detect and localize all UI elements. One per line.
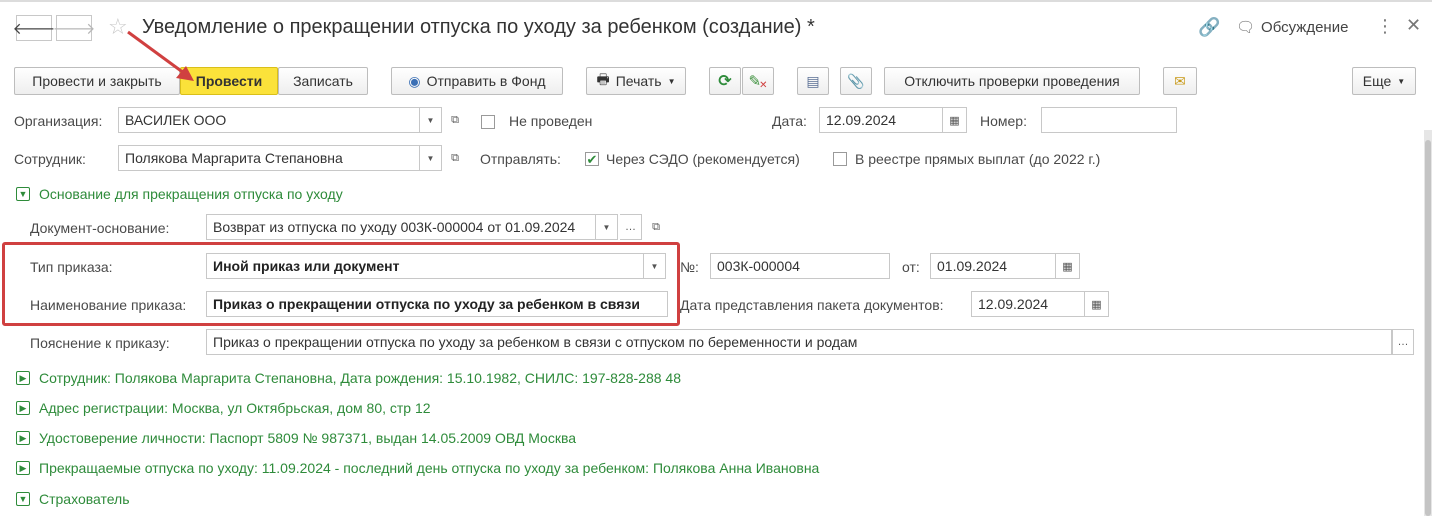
doc-basis-dropdown[interactable]: ▼ [596, 214, 618, 240]
refresh-button[interactable]: ⟳ [709, 67, 741, 95]
top-border [0, 0, 1432, 2]
package-date-label: Дата представления пакета документов: [680, 297, 944, 313]
date-calendar-button[interactable]: ▦ [943, 107, 967, 133]
ellipsis-icon: … [625, 221, 636, 233]
chevron-down-icon: ▼ [650, 261, 659, 271]
chevron-down-icon: ▼ [426, 115, 435, 125]
number-label: Номер: [980, 113, 1027, 129]
chevron-right-icon: ▶ [16, 371, 30, 385]
calendar-icon: ▦ [1091, 298, 1102, 311]
number-input[interactable] [1041, 107, 1177, 133]
organization-input[interactable]: ВАСИЛЕК ООО [118, 107, 420, 133]
employee-dropdown[interactable]: ▼ [420, 145, 442, 171]
posted-status: Не проведен [509, 113, 593, 129]
order-name-input[interactable]: Приказ о прекращении отпуска по уходу за… [206, 291, 668, 317]
chevron-down-icon: ▼ [426, 153, 435, 163]
chevron-right-icon: ▶ [16, 461, 30, 475]
group-leaves[interactable]: ▶ Прекращаемые отпуска по уходу: 11.09.2… [16, 460, 819, 476]
doc-basis-input[interactable]: Возврат из отпуска по уходу 003К-000004 … [206, 214, 596, 240]
annotation-arrow-icon [127, 30, 194, 81]
group-address[interactable]: ▶ Адрес регистрации: Москва, ул Октябрьс… [16, 400, 431, 416]
clear-posting-button[interactable]: ✎ ✕ [742, 67, 774, 95]
more-vertical-icon[interactable]: ⋮ [1376, 16, 1394, 37]
discussion-button[interactable]: 🗨 Обсуждение [1236, 18, 1348, 37]
send-to-fund-button[interactable]: ◉ Отправить в Фонд [391, 67, 563, 95]
package-date-calendar-button[interactable]: ▦ [1085, 291, 1109, 317]
envelope-icon: ✉ [1174, 72, 1186, 89]
order-number-label: №: [680, 259, 699, 275]
message-button[interactable]: ✉ [1163, 67, 1197, 95]
save-button[interactable]: Записать [278, 67, 368, 95]
back-button[interactable]: 🡐 [13, 15, 55, 41]
package-date-input[interactable]: 12.09.2024 [971, 291, 1085, 317]
attachment-button[interactable]: 📎 [840, 67, 872, 95]
explanation-input[interactable]: Приказ о прекращении отпуска по уходу за… [206, 329, 1392, 355]
date-input[interactable]: 12.09.2024 [819, 107, 943, 133]
open-icon: ⧉ [451, 151, 459, 164]
organization-dropdown[interactable]: ▼ [420, 107, 442, 133]
organization-open-button[interactable]: ⧉ [444, 107, 466, 133]
explanation-label: Пояснение к приказу: [30, 335, 170, 351]
send-sedo-checkbox[interactable]: ✔ [585, 152, 599, 166]
send-registry-checkbox[interactable] [833, 152, 847, 166]
document-icon: ▤ [806, 72, 820, 89]
order-date-label: от: [902, 259, 920, 275]
doc-basis-label: Документ-основание: [30, 220, 170, 236]
order-type-input[interactable]: Иной приказ или документ [206, 253, 644, 279]
calendar-icon: ▦ [1062, 260, 1073, 273]
chevron-right-icon: ▶ [16, 431, 30, 445]
order-type-label: Тип приказа: [30, 259, 113, 275]
arrow-left-icon: 🡐 [12, 20, 56, 38]
refresh-icon: ⟳ [718, 73, 732, 90]
organization-label: Организация: [14, 113, 103, 129]
group-employee-info[interactable]: ▶ Сотрудник: Полякова Маргарита Степанов… [16, 370, 681, 386]
order-name-label: Наименование приказа: [30, 297, 187, 313]
employee-open-button[interactable]: ⧉ [444, 145, 466, 171]
ellipsis-icon: … [1397, 336, 1409, 348]
chevron-down-icon: ▼ [602, 222, 611, 232]
close-icon[interactable]: ✕ [1406, 15, 1421, 36]
group-insurer[interactable]: ▼ Страхователь [16, 491, 130, 507]
print-button[interactable]: 🖶 Печать ▼ [586, 67, 686, 95]
employee-input[interactable]: Полякова Маргарита Степановна [118, 145, 420, 171]
link-icon[interactable]: 🔗 [1198, 17, 1220, 38]
disable-checks-button[interactable]: Отключить проверки проведения [884, 67, 1140, 95]
globe-icon: ◉ [408, 72, 421, 89]
page-title: Уведомление о прекращении отпуска по ухо… [142, 16, 815, 38]
date-label: Дата: [772, 113, 807, 129]
check-icon: ✔ [586, 151, 598, 167]
send-label: Отправлять: [480, 151, 561, 167]
arrow-right-icon: 🡒 [52, 20, 96, 38]
explanation-edit-button[interactable]: … [1392, 329, 1414, 355]
posted-checkbox [481, 115, 495, 129]
order-type-dropdown[interactable]: ▼ [644, 253, 666, 279]
doc-basis-select-button[interactable]: … [620, 214, 642, 240]
chat-icon: 🗨 [1236, 19, 1256, 36]
order-date-input[interactable]: 01.09.2024 [930, 253, 1056, 279]
dropdown-arrow-icon: ▼ [1397, 76, 1406, 86]
order-number-input[interactable]: 003К-000004 [710, 253, 890, 279]
employee-label: Сотрудник: [14, 151, 86, 167]
send-sedo-label: Через СЭДО (рекомендуется) [606, 151, 800, 167]
printer-icon: 🖶 [596, 71, 610, 87]
report-button[interactable]: ▤ [797, 67, 829, 95]
chevron-down-icon: ▼ [16, 492, 30, 506]
basis-group-toggle[interactable]: ▼ Основание для прекращения отпуска по у… [16, 186, 343, 202]
chevron-right-icon: ▶ [16, 401, 30, 415]
chevron-down-icon: ▼ [16, 187, 30, 201]
paperclip-icon: 📎 [847, 72, 865, 89]
group-identity[interactable]: ▶ Удостоверение личности: Паспорт 5809 №… [16, 430, 576, 446]
doc-basis-open-button[interactable]: ⧉ [645, 214, 667, 240]
more-button[interactable]: Еще ▼ [1352, 67, 1416, 95]
order-date-calendar-button[interactable]: ▦ [1056, 253, 1080, 279]
calendar-icon: ▦ [949, 114, 960, 127]
forward-button[interactable]: 🡒 [53, 15, 95, 41]
dropdown-arrow-icon: ▼ [667, 76, 676, 86]
open-icon: ⧉ [652, 220, 660, 233]
scrollbar-thumb[interactable] [1425, 140, 1431, 516]
open-icon: ⧉ [451, 113, 459, 126]
send-registry-label: В реестре прямых выплат (до 2022 г.) [855, 151, 1101, 167]
